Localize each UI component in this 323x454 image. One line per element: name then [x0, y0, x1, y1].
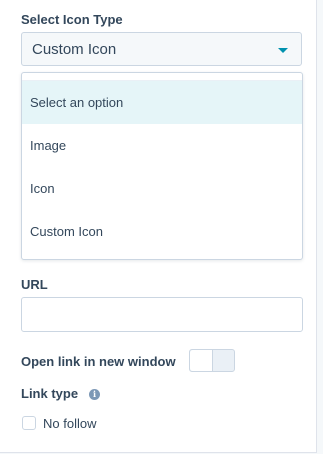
no-follow-label[interactable]: No follow [43, 416, 96, 432]
caret-down-icon[interactable] [278, 48, 288, 53]
icon-type-selected-value: Custom Icon [32, 41, 117, 58]
link-type-label: Link type [21, 386, 79, 401]
option-select-an-option[interactable]: Select an option [22, 81, 302, 124]
settings-panel: Select Icon Type Custom Icon Select an o… [0, 0, 317, 453]
info-icon[interactable]: i [89, 389, 100, 400]
dropdown-search-area [22, 73, 302, 81]
no-follow-checkbox[interactable] [22, 416, 36, 430]
option-image[interactable]: Image [22, 124, 302, 167]
icon-type-select[interactable]: Custom Icon [21, 32, 302, 66]
icon-type-label: Select Icon Type [21, 12, 123, 27]
toggle-knob [190, 350, 213, 371]
url-label: URL [21, 277, 48, 292]
option-icon[interactable]: Icon [22, 167, 302, 210]
option-custom-icon[interactable]: Custom Icon [22, 210, 302, 253]
new-window-toggle[interactable] [189, 349, 235, 372]
url-input[interactable] [21, 297, 303, 332]
icon-type-dropdown-menu: Select an option Image Icon Custom Icon [21, 72, 303, 260]
new-window-label: Open link in new window [21, 354, 176, 369]
